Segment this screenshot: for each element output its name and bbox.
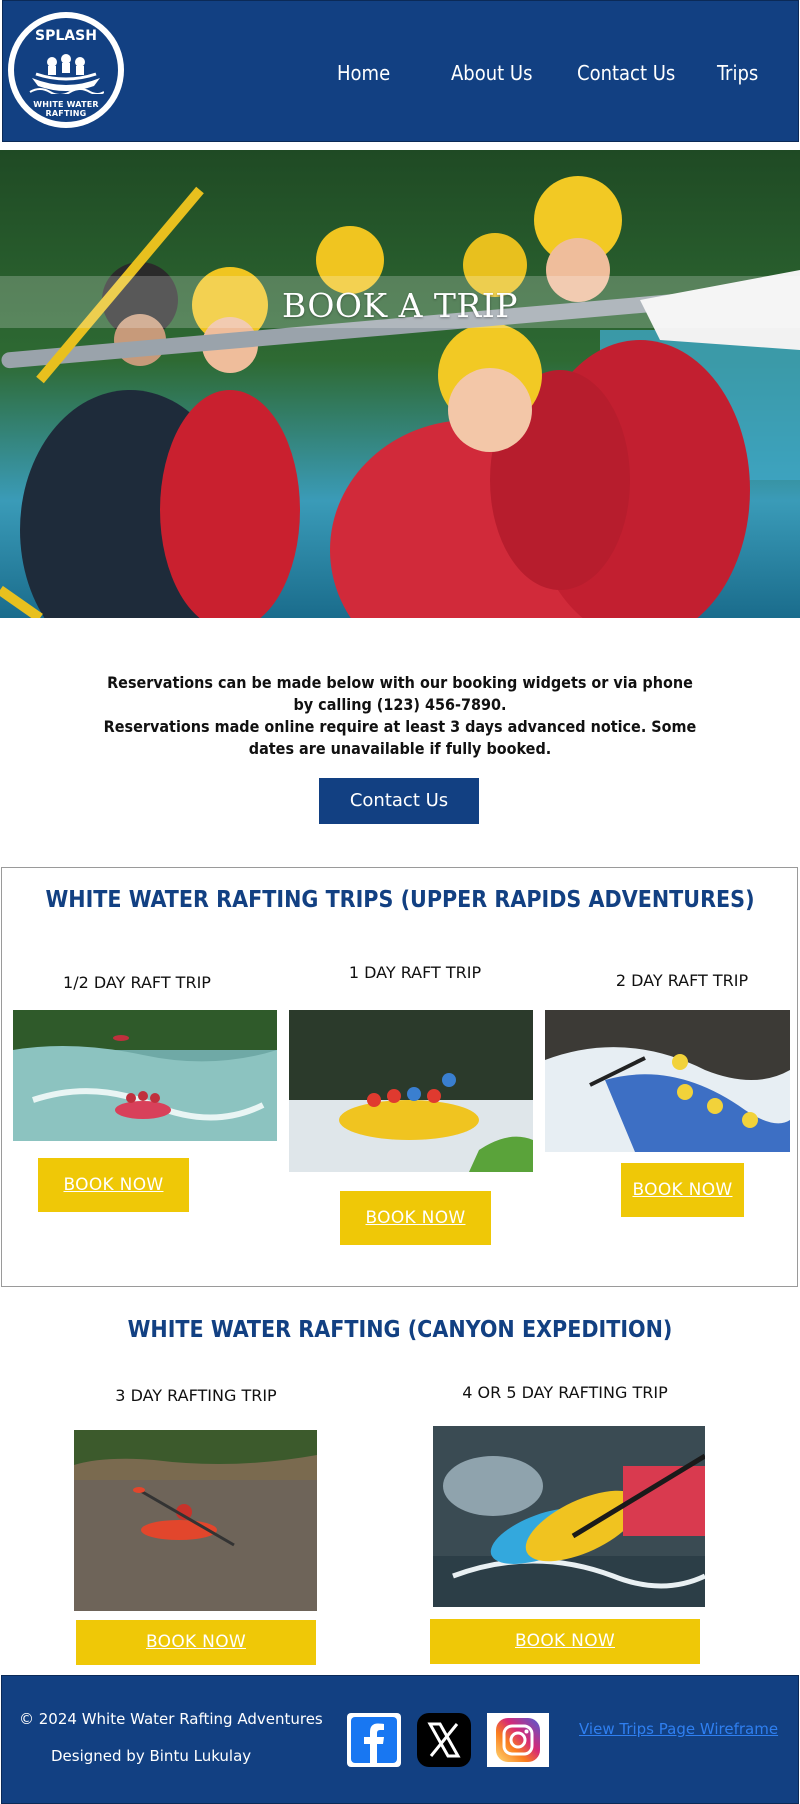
splash-logo[interactable]: SPLASH WHITE WATER RAFTING [8, 12, 124, 128]
three-day-trip-photo [74, 1430, 317, 1611]
trip-label-four-five-day: 4 OR 5 DAY RAFTING TRIP [462, 1383, 668, 1402]
book-now-two-day-button[interactable]: BOOK NOW [621, 1163, 744, 1217]
book-now-three-day-button[interactable]: BOOK NOW [76, 1620, 316, 1665]
footer-designer: Designed by Bintu Lukulay [51, 1747, 252, 1765]
nav-home[interactable]: Home [337, 61, 390, 85]
raft-icon [29, 54, 104, 94]
half-day-trip-photo [13, 1010, 277, 1141]
book-now-four-five-day-button[interactable]: BOOK NOW [430, 1619, 700, 1664]
book-now-half-day-button[interactable]: BOOK NOW [38, 1158, 189, 1212]
nav-trips[interactable]: Trips [717, 61, 758, 85]
book-now-one-day-button[interactable]: BOOK NOW [340, 1191, 491, 1245]
hero-banner: BOOK A TRIP [0, 150, 800, 618]
reservation-notice-text: Reservations made online require at leas… [103, 717, 697, 758]
facebook-icon[interactable] [346, 1712, 402, 1768]
site-header: SPLASH WHITE WATER RAFTING Home About Us… [2, 0, 799, 142]
logo-top-text: SPLASH [35, 28, 97, 44]
nav-contact-us[interactable]: Contact Us [577, 61, 675, 85]
logo-bottom-text: WHITE WATER RAFTING [33, 100, 99, 118]
view-wireframe-link[interactable]: View Trips Page Wireframe [579, 1720, 778, 1738]
x-icon[interactable] [416, 1712, 472, 1768]
reservation-info: Reservations can be made below with our … [100, 672, 700, 760]
trip-label-three-day: 3 DAY RAFTING TRIP [115, 1386, 277, 1405]
reservation-phone-text: Reservations can be made below with our … [107, 673, 693, 714]
trip-label-one-day: 1 DAY RAFT TRIP [348, 963, 482, 982]
nav-about-us[interactable]: About Us [451, 61, 532, 85]
logo-emblem: SPLASH WHITE WATER RAFTING [12, 16, 120, 124]
canyon-expedition-title: WHITE WATER RAFTING (CANYON EXPEDITION) [127, 1317, 673, 1343]
footer-copyright: © 2024 White Water Rafting Adventures [19, 1710, 323, 1728]
hero-photo [0, 150, 800, 618]
one-day-trip-photo [289, 1010, 533, 1172]
instagram-icon[interactable] [486, 1712, 550, 1768]
two-day-trip-photo [545, 1010, 790, 1152]
four-five-day-trip-photo [433, 1426, 705, 1607]
trip-label-half-day: 1/2 DAY RAFT TRIP [63, 973, 211, 992]
upper-rapids-title: WHITE WATER RAFTING TRIPS (UPPER RAPIDS … [45, 887, 755, 913]
site-footer: © 2024 White Water Rafting Adventures De… [1, 1675, 799, 1804]
contact-us-button[interactable]: Contact Us [319, 778, 479, 824]
trip-label-two-day: 2 DAY RAFT TRIP [615, 971, 749, 990]
hero-title: BOOK A TRIP [281, 286, 519, 325]
